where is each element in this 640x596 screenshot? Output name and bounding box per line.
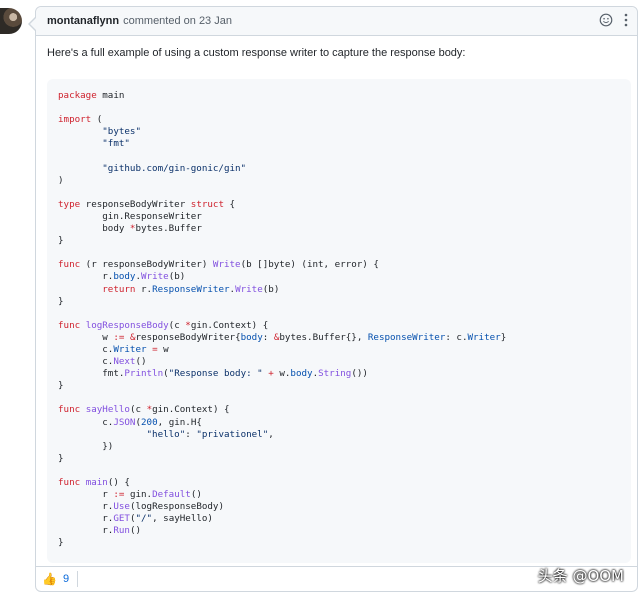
code-line: c.JSON(200, gin.H{: [58, 416, 202, 428]
code-line: }: [58, 235, 64, 247]
code-line: }: [58, 380, 64, 392]
code-line: "fmt": [102, 138, 130, 150]
comment-intro: Here's a full example of using a custom …: [47, 47, 466, 59]
code-line: }: [58, 295, 64, 307]
code-line: r := gin.Default(): [58, 489, 202, 501]
code-line: ): [58, 174, 64, 186]
code-line: c.Writer = w: [58, 343, 169, 355]
code-line: type responseBodyWriter struct {: [58, 198, 236, 210]
code-line: body *bytes.Buffer: [58, 223, 202, 235]
code-line: func sayHello(c *gin.Context) {: [58, 404, 230, 416]
reaction-thumbs-up[interactable]: 👍 9: [42, 571, 79, 587]
watermark: 头条 @OOM: [537, 567, 624, 585]
code-line: gin.ResponseWriter: [58, 210, 202, 222]
code-line: r.Use(logResponseBody): [58, 501, 224, 513]
code-line: fmt.Println("Response body: " + w.body.S…: [58, 368, 368, 380]
comment-meta: commented on 23 Jan: [123, 15, 232, 27]
code-line: w := &responseBodyWriter{body: &bytes.Bu…: [58, 331, 507, 343]
code-line: c.Next(): [58, 356, 147, 368]
code-line: r.Run(): [58, 525, 142, 537]
reaction-count: 9: [62, 573, 70, 585]
comment-author[interactable]: montanaflynn: [47, 15, 119, 27]
code-line: func (r responseBodyWriter) Write(b []by…: [58, 259, 379, 271]
code-line: "github.com/gin-gonic/gin": [102, 162, 247, 174]
code-line: func main() {: [58, 477, 130, 488]
avatar[interactable]: [0, 8, 22, 34]
code-line: }: [58, 452, 64, 464]
code-line: import (: [58, 114, 103, 126]
comment-box: montanaflynn commented on 23 Jan Here's …: [28, 6, 638, 592]
code-line: "bytes": [102, 126, 141, 138]
code-line: "hello": "privationel",: [146, 428, 274, 440]
smiley-icon[interactable]: [599, 13, 613, 27]
code-line: }): [58, 440, 114, 452]
code-line: return r.ResponseWriter.Write(b): [102, 283, 280, 295]
thumbs-up-icon: 👍: [42, 572, 57, 586]
code-line: func logResponseBody(c *gin.Context) {: [58, 319, 269, 331]
code-line: r.body.Write(b): [58, 271, 186, 283]
code-line: r.GET("/", sayHello): [58, 513, 213, 525]
comment-header: montanaflynn commented on 23 Jan: [36, 7, 637, 36]
code-line: }: [58, 537, 64, 549]
code-line: package main: [58, 90, 125, 101]
code-block[interactable]: package main import ( "bytes" "fmt" "git…: [47, 79, 631, 563]
kebab-icon[interactable]: [619, 11, 633, 29]
